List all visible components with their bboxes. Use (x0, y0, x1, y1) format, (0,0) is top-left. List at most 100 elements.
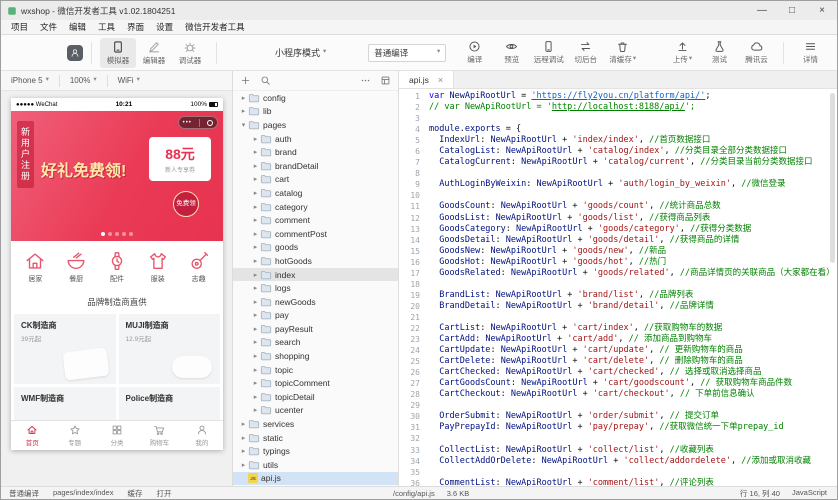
maximize-button[interactable]: □ (777, 1, 807, 20)
promo-banner[interactable]: 新用户注册 好礼免费领! 88元 新人专享券 免费领 ••• (11, 111, 223, 241)
line-number: 2 (399, 102, 429, 113)
details-button[interactable]: 详情 (792, 38, 829, 67)
device-select[interactable]: iPhone 5 ▾ (1, 76, 59, 85)
line-number: 6 (399, 146, 429, 157)
tab-profile[interactable]: 我的 (181, 421, 223, 450)
tree-item-services[interactable]: ▸services (233, 417, 398, 431)
category-icon (111, 424, 123, 436)
menu-item-5[interactable]: 设置 (150, 21, 179, 33)
brand-tile-2[interactable]: WMF制造商 (14, 387, 116, 420)
menu-item-4[interactable]: 界面 (121, 21, 150, 33)
user-avatar[interactable] (67, 45, 83, 61)
nav-clothing[interactable]: 服装 (147, 250, 169, 284)
tree-item-catalog[interactable]: ▸catalog (233, 186, 398, 200)
mode-select[interactable]: 小程序模式 ▾ (275, 46, 326, 59)
tree-item-topicComment[interactable]: ▸topicComment (233, 376, 398, 390)
more-button[interactable] (360, 75, 371, 86)
cloud-button[interactable]: 腾讯云 (738, 38, 775, 67)
remote-debug-button[interactable]: 远程调试 (530, 38, 567, 67)
tree-item-auth[interactable]: ▸auth (233, 132, 398, 146)
tree-item-config[interactable]: ▸config (233, 91, 398, 105)
accessory-icon (106, 250, 128, 272)
code-line: 28 CartCheckout: NewApiRootUrl + 'cart/c… (399, 389, 837, 400)
line-number: 21 (399, 312, 429, 323)
phone-statusbar: ●●●●● WeChat 10:21 100% (11, 98, 223, 111)
eye-button[interactable]: 预览 (493, 38, 530, 67)
tree-item-payResult[interactable]: ▸payResult (233, 322, 398, 336)
tree-item-topicDetail[interactable]: ▸topicDetail (233, 390, 398, 404)
tree-item-comment[interactable]: ▸comment (233, 213, 398, 227)
upload-button[interactable]: 上传▾ (664, 38, 701, 67)
folder-icon (260, 269, 272, 281)
tree-item-category[interactable]: ▸category (233, 200, 398, 214)
caret-right-icon: ▸ (251, 352, 260, 360)
tree-item-newGoods[interactable]: ▸newGoods (233, 295, 398, 309)
app-window: wxshop - 微信开发者工具 v1.02.1804251 — □ × 项目文… (0, 0, 838, 500)
tree-item-logs[interactable]: ▸logs (233, 281, 398, 295)
nav-accessory[interactable]: 配件 (106, 250, 128, 284)
simulator-toggle-button[interactable]: 模拟器 (100, 38, 136, 68)
editor-tab-api-js[interactable]: api.js × (399, 71, 454, 88)
zoom-select[interactable]: 100% ▾ (60, 76, 107, 85)
code-area[interactable]: 1var NewApiRootUrl = 'https://fly2you.cn… (399, 89, 837, 486)
menu-item-0[interactable]: 项目 (5, 21, 34, 33)
tree-item-commentPost[interactable]: ▸commentPost (233, 227, 398, 241)
editor-toggle-button[interactable]: 编辑器 (136, 38, 172, 68)
tree-item-brandDetail[interactable]: ▸brandDetail (233, 159, 398, 173)
statusbar-left-0[interactable]: 普通编译 (9, 488, 39, 499)
menu-item-1[interactable]: 文件 (34, 21, 63, 33)
brand-tile-1[interactable]: MUJI制造商12.9元起 (119, 314, 221, 384)
close-button[interactable]: × (807, 1, 837, 20)
debugger-toggle-button[interactable]: 调试器 (172, 38, 208, 68)
brand-tile-0[interactable]: CK制造商39元起 (14, 314, 116, 384)
tab-cart[interactable]: 购物车 (138, 421, 180, 450)
tree-item-cart[interactable]: ▸cart (233, 173, 398, 187)
tab-home[interactable]: 首页 (11, 421, 53, 450)
background-switch-button[interactable]: 切后台 (567, 38, 604, 67)
tree-item-typings[interactable]: ▸typings (233, 444, 398, 458)
tab-category[interactable]: 分类 (96, 421, 138, 450)
minimize-button[interactable]: — (747, 1, 777, 20)
tree-item-utils[interactable]: ▸utils (233, 458, 398, 472)
editor-scrollbar[interactable] (830, 93, 835, 263)
test-button[interactable]: 测试 (701, 38, 738, 67)
menubar: 项目文件编辑工具界面设置微信开发者工具 (1, 20, 837, 35)
network-select[interactable]: WiFi ▾ (108, 76, 150, 85)
tree-item-goods[interactable]: ▸goods (233, 241, 398, 255)
nav-kitchen[interactable]: 餐厨 (65, 250, 87, 284)
tree-item-api.js[interactable]: JSapi.js (233, 472, 398, 486)
tree-item-index[interactable]: ▸index (233, 268, 398, 282)
nav-home-goods[interactable]: 居家 (24, 250, 46, 284)
tree-item-static[interactable]: ▸static (233, 431, 398, 445)
line-number: 34 (399, 456, 429, 467)
new-file-button[interactable] (240, 75, 251, 86)
tree-item-ucenter[interactable]: ▸ucenter (233, 404, 398, 418)
compile-mode-select[interactable]: 普通编译 ▾ (368, 44, 446, 62)
search-button[interactable] (260, 75, 271, 86)
menu-item-3[interactable]: 工具 (92, 21, 121, 33)
compile-button[interactable]: 编译 (456, 38, 493, 67)
tabbar: 首页专题分类购物车我的 (11, 420, 223, 450)
close-tab-icon[interactable]: × (438, 75, 443, 85)
capsule-close-icon[interactable] (207, 120, 213, 126)
tree-item-search[interactable]: ▸search (233, 336, 398, 350)
editor-icon (147, 40, 161, 54)
tree-item-pages[interactable]: ▾pages (233, 118, 398, 132)
clear-cache-button[interactable]: 清缓存▾ (604, 38, 641, 67)
mini-program-capsule[interactable]: ••• (178, 116, 218, 129)
brand-tile-3[interactable]: Police制造商 (119, 387, 221, 420)
tree-item-lib[interactable]: ▸lib (233, 105, 398, 119)
capsule-more-icon[interactable]: ••• (183, 120, 192, 126)
nav-hobby[interactable]: 志趣 (188, 250, 210, 284)
menu-item-6[interactable]: 微信开发者工具 (179, 21, 251, 33)
tab-topic[interactable]: 专题 (53, 421, 95, 450)
tree-item-hotGoods[interactable]: ▸hotGoods (233, 254, 398, 268)
tree-item-pay[interactable]: ▸pay (233, 309, 398, 323)
statusbar-right: 行 16, 列 40JavaScript (740, 488, 837, 499)
collapse-all-button[interactable] (380, 75, 391, 86)
tree-item-brand[interactable]: ▸brand (233, 145, 398, 159)
tree-item-topic[interactable]: ▸topic (233, 363, 398, 377)
tree-item-shopping[interactable]: ▸shopping (233, 349, 398, 363)
kitchen-icon (65, 250, 87, 272)
menu-item-2[interactable]: 编辑 (63, 21, 92, 33)
